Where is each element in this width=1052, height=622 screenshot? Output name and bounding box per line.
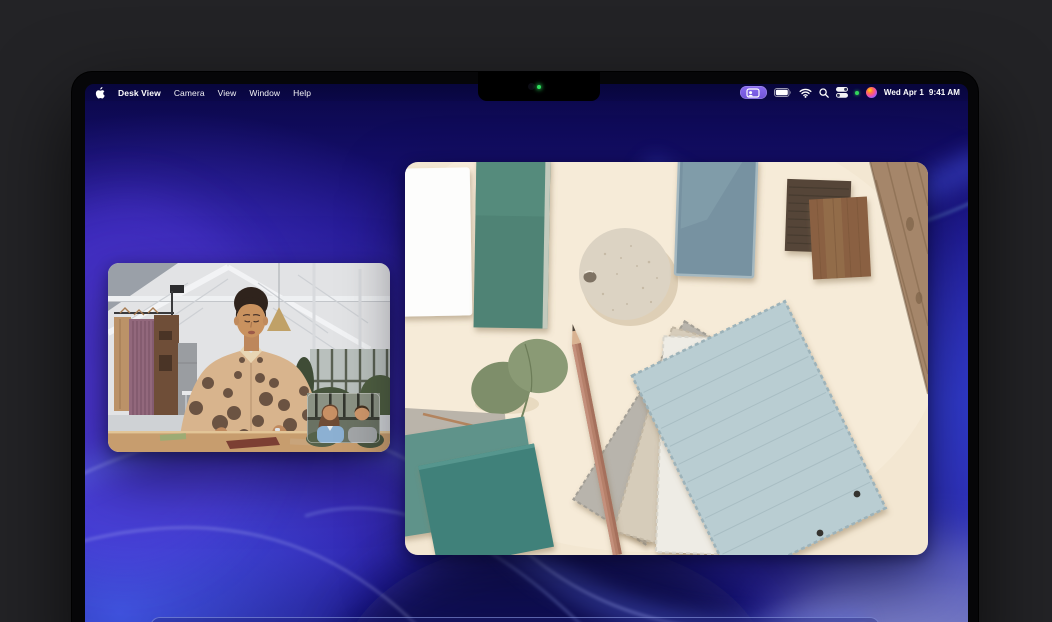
time-label: 9:41 AM <box>929 88 960 97</box>
facetime-video-feed <box>108 263 390 452</box>
pip-remote-participants[interactable] <box>306 393 384 448</box>
date-label: Wed Apr 1 <box>884 88 924 97</box>
menu-bar-left: Desk View Camera View Window Help <box>95 87 311 99</box>
white-tile <box>405 167 472 316</box>
desktop-screen: Desk View Camera View Window Help <box>85 84 968 622</box>
cherry-wood-sample <box>809 197 871 280</box>
display-notch <box>478 72 600 101</box>
screenshot-stage: Desk View Camera View Window Help <box>0 0 1052 622</box>
notch-camera-lens <box>528 83 535 90</box>
camera-active-dot <box>855 91 859 95</box>
facetime-window[interactable] <box>108 263 390 452</box>
teal-tile <box>474 162 551 329</box>
desk-view-feed <box>405 162 928 555</box>
menu-view[interactable]: View <box>218 88 237 98</box>
menu-bar-clock[interactable]: Wed Apr 1 9:41 AM <box>884 88 960 97</box>
menu-camera[interactable]: Camera <box>174 88 205 98</box>
wifi-icon[interactable] <box>799 88 812 98</box>
battery-icon[interactable] <box>774 88 792 97</box>
menu-bar-status: Wed Apr 1 9:41 AM <box>740 84 960 101</box>
menu-bar-app-name[interactable]: Desk View <box>118 88 161 98</box>
background-window-edge[interactable] <box>150 617 880 622</box>
menu-help[interactable]: Help <box>293 88 311 98</box>
blue-gray-tile <box>675 162 757 277</box>
spotlight-search-icon[interactable] <box>819 88 829 98</box>
macbook-display: Desk View Camera View Window Help <box>72 72 978 622</box>
siri-icon[interactable] <box>866 87 877 98</box>
desk-view-indicator-icon[interactable] <box>740 86 767 99</box>
apple-menu-icon[interactable] <box>95 87 105 99</box>
desk-view-window[interactable] <box>405 162 928 555</box>
menu-window[interactable]: Window <box>249 88 280 98</box>
control-center-icon[interactable] <box>836 87 848 98</box>
notch-camera-dot <box>537 85 541 89</box>
